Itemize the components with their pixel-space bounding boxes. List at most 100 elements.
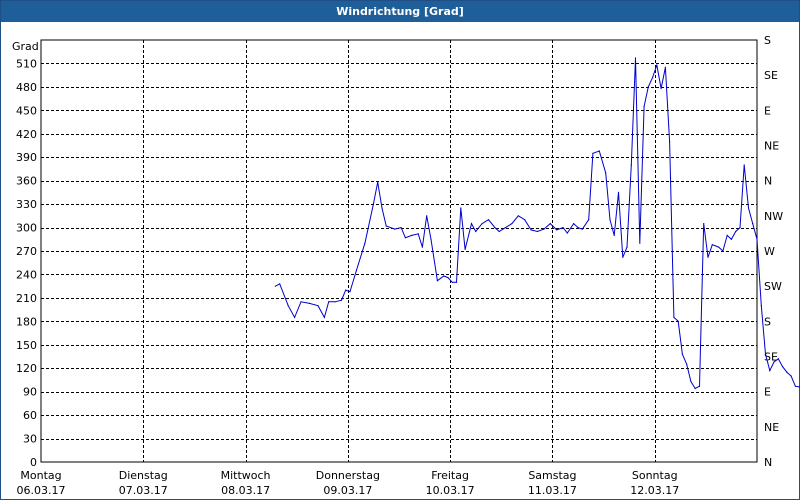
data-point: [673, 316, 675, 318]
data-point: [573, 223, 575, 225]
x-tick-day-label: Samstag: [528, 469, 576, 482]
data-point: [726, 234, 728, 236]
x-tick-day-label: Mittwoch: [221, 469, 271, 482]
wind-direction-chart: 0 30 60 90 120 150 180 210 240 270 300 330 360 390 420…: [12, 34, 800, 497]
data-point: [769, 370, 771, 372]
data-point: [605, 172, 607, 174]
data-point: [630, 164, 632, 166]
right-axis-direction-label: N: [764, 175, 772, 188]
data-point: [300, 301, 302, 303]
data-point: [703, 223, 705, 225]
data-point: [498, 230, 500, 233]
right-axis-direction-label: E: [764, 104, 771, 117]
data-point: [470, 223, 473, 225]
data-point: [317, 305, 319, 307]
data-point: [786, 371, 788, 373]
data-point: [613, 234, 615, 236]
right-axis-direction-label: SW: [764, 280, 782, 293]
data-point: [577, 227, 579, 229]
data-point: [364, 242, 366, 244]
y-tick-label: 0: [30, 456, 37, 469]
data-point: [756, 238, 758, 240]
data-point: [562, 227, 564, 229]
y-tick-label: 30: [23, 433, 37, 446]
x-tick-day-label: Freitag: [431, 469, 469, 482]
data-point: [660, 87, 662, 90]
data-point: [556, 229, 558, 231]
data-point: [592, 152, 594, 154]
data-point: [777, 358, 779, 360]
y-tick-label: 150: [16, 339, 37, 352]
data-point: [739, 227, 741, 229]
y-tick-label: 240: [16, 268, 37, 281]
data-point: [609, 219, 611, 221]
y-tick-label: 420: [16, 128, 37, 141]
data-point: [481, 223, 483, 225]
data-point: [340, 299, 343, 301]
data-point: [334, 301, 336, 303]
data-point: [328, 301, 330, 303]
data-point: [760, 305, 762, 307]
right-axis-direction-label: NE: [764, 140, 779, 153]
data-point: [794, 385, 797, 387]
x-tick-date-label: 08.03.17: [221, 484, 270, 497]
y-tick-label: 120: [16, 362, 37, 375]
right-axis-direction-label: NW: [764, 210, 783, 223]
data-point: [677, 320, 679, 322]
data-point: [475, 230, 477, 233]
right-axis-direction-label: N: [764, 456, 772, 469]
data-point: [455, 281, 458, 283]
data-point: [743, 164, 745, 166]
data-point: [385, 225, 387, 227]
data-point: [287, 305, 289, 307]
x-tick-date-label: 10.03.17: [426, 484, 475, 497]
data-point: [426, 215, 428, 217]
data-point: [707, 256, 709, 258]
x-tick-day-label: Sonntag: [632, 469, 678, 482]
data-point: [436, 280, 438, 282]
data-point: [504, 227, 507, 229]
x-tick-date-label: 06.03.17: [17, 484, 66, 497]
data-point: [722, 250, 724, 252]
data-point: [464, 248, 466, 250]
right-axis-direction-label: W: [764, 245, 775, 258]
y-tick-label: 210: [16, 292, 37, 305]
data-point: [443, 275, 445, 277]
data-point: [349, 291, 351, 293]
y-tick-label: 90: [23, 386, 37, 399]
data-point: [694, 387, 696, 390]
data-point: [417, 233, 419, 235]
x-tick-date-label: 12.03.17: [630, 484, 679, 497]
y-tick-label: 300: [16, 222, 37, 235]
data-point: [773, 361, 775, 363]
data-point: [790, 375, 792, 377]
data-point: [617, 191, 620, 193]
data-point: [752, 223, 754, 225]
data-point: [511, 223, 513, 225]
data-point: [686, 363, 688, 365]
y-tick-label: 360: [16, 175, 37, 188]
data-point: [664, 66, 667, 68]
data-point: [782, 366, 784, 368]
y-tick-label: 270: [16, 245, 37, 258]
data-point: [274, 285, 276, 287]
data-point: [517, 215, 519, 217]
data-point: [566, 232, 568, 234]
y-tick-label: 180: [16, 315, 37, 328]
data-point: [764, 353, 767, 355]
data-point: [549, 223, 551, 225]
y-tick-label: 390: [16, 151, 37, 164]
y-tick-label: 510: [16, 57, 37, 70]
right-axis-direction-label: SE: [764, 69, 778, 82]
data-point: [411, 234, 413, 236]
data-point: [447, 277, 449, 279]
data-point: [626, 246, 628, 248]
data-point: [656, 64, 658, 66]
data-point: [294, 316, 296, 318]
data-point: [494, 227, 496, 229]
data-point: [711, 244, 713, 246]
data-point: [588, 219, 590, 221]
data-point: [345, 289, 347, 291]
data-point: [323, 316, 325, 318]
data-point: [543, 228, 545, 230]
